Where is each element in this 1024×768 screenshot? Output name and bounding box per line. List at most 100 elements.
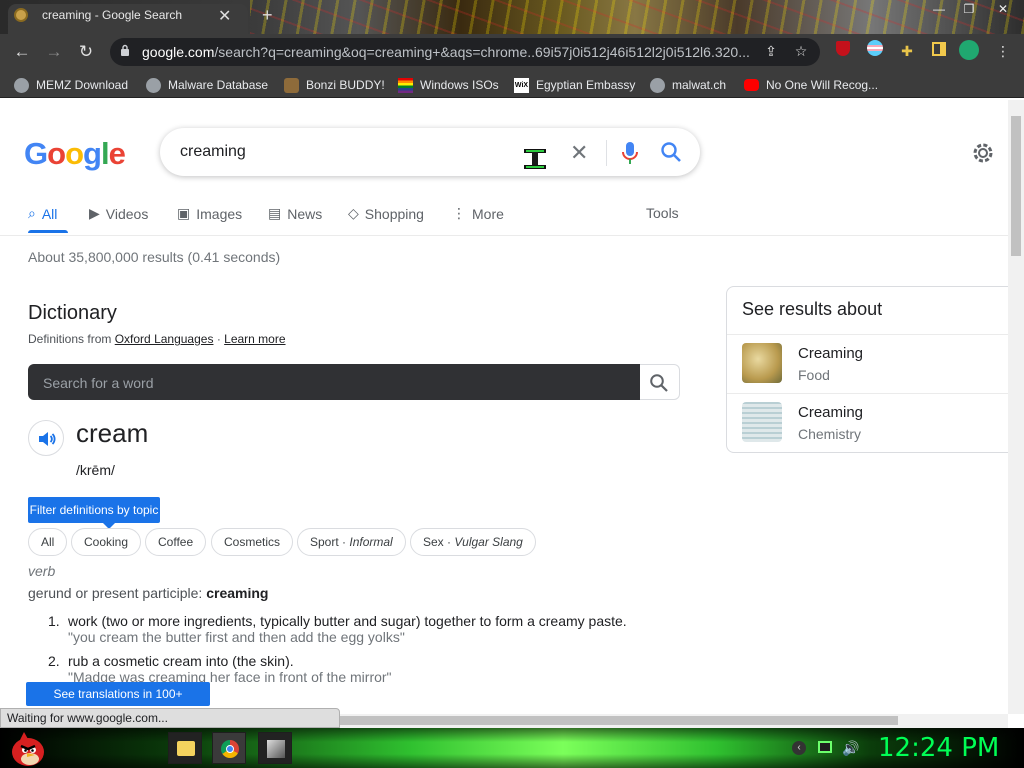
word-search-placeholder: Search for a word [43,375,154,391]
chip-qualifier: Vulgar Slang [454,535,523,549]
bookmark-label: No One Will Recog... [766,78,879,92]
separator: · [216,332,221,346]
taskbar-app[interactable] [258,732,292,764]
bookmark-label: Bonzi BUDDY! [306,78,385,92]
globe-icon [650,77,665,93]
phonetic: /krēm/ [76,462,115,478]
panel-divider [727,334,1009,335]
tab-label: More [472,205,504,222]
tab-label: Images [196,205,243,222]
start-button-angry-bird-icon[interactable] [6,730,48,768]
tab-news[interactable]: ▤ News [268,205,322,222]
window-close-icon[interactable]: ✕ [986,0,1020,20]
gerund-label: gerund or present participle: [28,585,203,601]
forward-icon[interactable]: → [42,40,66,64]
creaming-chemistry-thumbnail[interactable] [742,402,782,442]
bookmark-label: Egyptian Embassy [536,78,636,92]
app-icon [267,740,285,758]
bonzi-icon [284,77,299,93]
tab-label: News [287,205,323,222]
chrome-menu-icon[interactable]: ⋮ [992,40,1014,62]
bookmark-egyptian-embassy[interactable]: WiX Egyptian Embassy [514,77,635,93]
tab-more[interactable]: ⋮ More [452,205,504,222]
ublock-icon[interactable] [832,40,854,62]
tab-videos[interactable]: ▶ Videos [89,205,148,222]
more-dots-icon: ⋮ [452,205,466,221]
taskbar [0,728,1024,768]
chip-coffee[interactable]: Coffee [145,528,207,556]
about-item-subtitle: Food [798,367,830,383]
bookmark-youtube[interactable]: No One Will Recog... [744,77,878,93]
bookmark-windows-isos[interactable]: Windows ISOs [398,77,499,93]
gear-icon[interactable] [970,140,996,166]
taskbar-file-explorer[interactable] [168,732,202,764]
extension-flag-icon[interactable] [864,40,886,62]
windows-icon [398,77,413,93]
network-icon[interactable] [818,741,832,753]
volume-icon[interactable]: 🔊 [842,740,859,757]
share-icon[interactable]: ⇪ [760,40,782,62]
chip-sport[interactable]: Sport · Informal [297,528,406,556]
chrome-icon-center [226,745,234,753]
folder-icon [177,741,195,756]
status-bubble: Waiting for www.google.com... [0,708,340,728]
bookmark-label: Malware Database [168,78,269,92]
new-tab-icon[interactable]: + [262,5,273,26]
about-item-name[interactable]: Creaming [798,404,863,421]
tab-images[interactable]: ▣ Images [177,205,242,222]
searchbox-divider [606,140,607,166]
tab-all[interactable]: ⌕ All [28,205,57,222]
wix-icon: WiX [514,77,529,93]
learn-more-link[interactable]: Learn more [224,332,285,346]
tools-button[interactable]: Tools [646,205,679,221]
taskbar-chrome[interactable] [212,732,246,764]
google-logo[interactable]: Google [24,136,126,172]
tabs-divider [0,235,1008,236]
chip-sex[interactable]: Sex · Vulgar Slang [410,528,536,556]
tab-shopping[interactable]: ◇ Shopping [348,205,424,222]
lock-icon[interactable] [120,44,130,56]
word-search-button[interactable] [640,364,680,400]
sidepanel-icon[interactable] [928,40,950,62]
bookmark-memz[interactable]: MEMZ Download [14,77,128,93]
minimize-icon[interactable]: — [922,0,956,20]
bookmark-label: MEMZ Download [36,78,129,92]
bookmark-bonzi-buddy[interactable]: Bonzi BUDDY! [284,77,385,93]
url-text[interactable]: google.com/search?q=creaming&oq=creaming… [142,44,754,60]
pronunciation-button[interactable] [28,420,64,456]
bookmark-malware-database[interactable]: Malware Database [146,77,268,93]
tab-close-icon[interactable]: ✕ [218,6,231,26]
search-icon: ⌕ [28,205,36,221]
bookmark-malwatch[interactable]: malwat.ch [650,77,726,93]
youtube-icon [744,79,759,91]
search-input[interactable]: creaming [180,143,246,161]
profile-avatar[interactable] [958,40,980,62]
about-item-name[interactable]: Creaming [798,345,863,362]
url-host: google.com [142,44,215,60]
filter-tooltip: Filter definitions by topic [28,497,160,523]
oxford-languages-link[interactable]: Oxford Languages [115,332,214,346]
chip-cooking[interactable]: Cooking [71,528,142,556]
show-hidden-icons-icon[interactable]: ‹ [792,741,806,755]
vertical-scroll-thumb[interactable] [1011,116,1021,256]
source-prefix: Definitions from [28,332,112,346]
bookmark-label: malwat.ch [672,78,727,92]
microphone-icon[interactable] [620,140,640,166]
reload-icon[interactable]: ↻ [74,40,98,64]
taskbar-clock[interactable]: 12:24 PM [878,733,999,763]
back-icon[interactable]: ← [10,40,34,64]
bookmark-star-icon[interactable]: ☆ [790,40,812,62]
creaming-food-thumbnail[interactable] [742,343,782,383]
chip-cosmetics[interactable]: Cosmetics [211,528,294,556]
search-icon[interactable] [660,141,682,163]
clear-search-icon[interactable]: ✕ [570,140,588,166]
image-icon: ▣ [177,205,191,221]
about-item-subtitle: Chemistry [798,426,862,442]
translations-button[interactable]: See translations in 100+ languages [26,682,210,725]
chip-all[interactable]: All [28,528,68,556]
restore-icon[interactable]: ❐ [952,0,986,20]
panel-title: See results about [742,299,883,319]
panel-divider [727,393,1009,394]
tab-label: Videos [105,205,149,222]
extensions-puzzle-icon[interactable]: ✚ [896,40,918,62]
